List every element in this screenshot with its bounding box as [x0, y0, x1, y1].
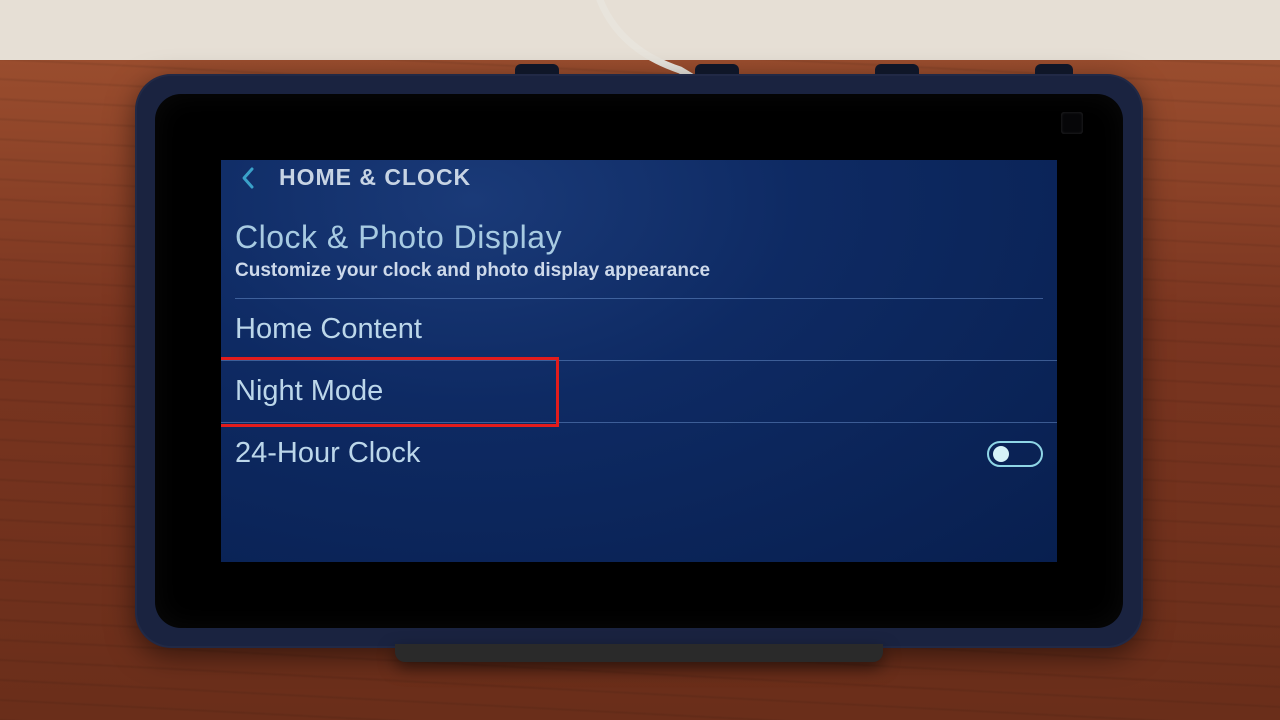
device-top-button	[515, 64, 559, 74]
settings-menu: Home Content Night Mode 24-Hour Clock	[221, 299, 1057, 484]
section-subtitle: Customize your clock and photo display a…	[235, 260, 1043, 282]
device-top-button	[1035, 64, 1073, 74]
device-top-button	[695, 64, 739, 74]
device-stand	[395, 644, 883, 662]
device-bezel: HOME & CLOCK Clock & Photo Display Custo…	[155, 94, 1123, 628]
settings-header: HOME & CLOCK	[221, 160, 1057, 203]
section-title: Clock & Photo Display	[235, 219, 1043, 256]
24-hour-clock-toggle[interactable]	[987, 441, 1043, 467]
back-chevron-icon[interactable]	[235, 165, 261, 191]
smart-display-device: HOME & CLOCK Clock & Photo Display Custo…	[135, 74, 1143, 648]
menu-item-label: Night Mode	[235, 375, 383, 408]
clock-photo-display-item[interactable]: Clock & Photo Display Customize your clo…	[221, 203, 1057, 286]
night-mode-item[interactable]: Night Mode	[221, 361, 1057, 423]
front-camera	[1061, 112, 1083, 134]
menu-item-label: 24-Hour Clock	[235, 437, 420, 470]
device-top-button	[875, 64, 919, 74]
device-screen: HOME & CLOCK Clock & Photo Display Custo…	[221, 160, 1057, 562]
24-hour-clock-item[interactable]: 24-Hour Clock	[221, 423, 1057, 484]
home-content-item[interactable]: Home Content	[221, 299, 1057, 361]
page-title: HOME & CLOCK	[279, 164, 471, 191]
menu-item-label: Home Content	[235, 313, 422, 346]
background-wall	[0, 0, 1280, 60]
